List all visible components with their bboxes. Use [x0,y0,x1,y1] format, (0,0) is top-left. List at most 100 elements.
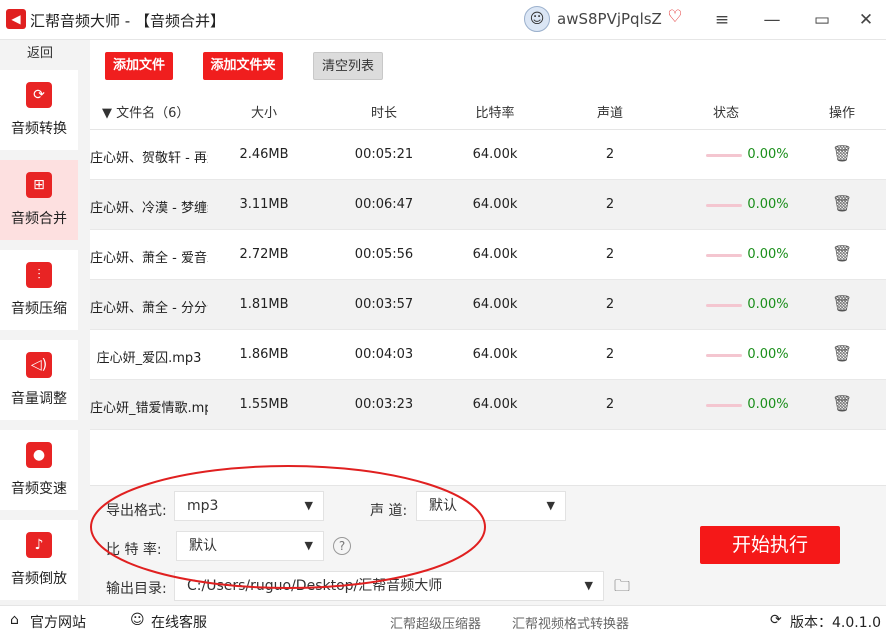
home-icon[interactable]: ⌂ [10,612,19,628]
channel-select[interactable]: 默认 ▼ [416,491,566,521]
file-bitrate: 64.00k [472,347,518,362]
column-header-action: 操作 [828,106,855,121]
file-channels: 2 [605,397,615,412]
column-header-size: 大小 [250,106,277,121]
table-row[interactable]: 庄心妍_爱囚.mp3 1.86MB 00:04:03 64.00k 2 0.00… [90,330,886,380]
sidebar-item-audio-merge[interactable]: ⊞ 音频合并 [0,160,78,240]
file-status: 0.00% [747,297,789,312]
table-row[interactable]: 庄心妍、萧全 - 分分合 1.81MB 00:03:57 64.00k 2 0.… [90,280,886,330]
clear-list-button[interactable]: 清空列表 [313,52,383,80]
table-row[interactable]: 庄心妍、萧全 - 爱音乐 2.72MB 00:05:56 64.00k 2 0.… [90,230,886,280]
file-size: 1.81MB [239,297,289,312]
file-name: 庄心妍、萧全 - 爱音乐 [90,251,208,266]
file-name: 庄心妍_爱囚.mp3 [96,351,202,366]
status-bar: ⌂ 官方网站 ☺ 在线客服 汇帮超级压缩器 汇帮视频格式转换器 ⟳ 版本：4.0… [0,605,886,633]
audio-compress-icon: ⫶ [26,262,52,288]
folder-open-icon[interactable]: 🗀 [614,575,630,602]
channel-value: 默认 [429,498,457,514]
trash-icon[interactable]: 🗑 [832,144,852,163]
sidebar-item-audio-speed[interactable]: ● 音频变速 [0,430,78,510]
help-icon[interactable]: ? [333,537,351,555]
support-icon[interactable]: ☺ [130,612,145,628]
add-file-button[interactable]: 添加文件 [105,52,173,80]
trash-icon[interactable]: 🗑 [832,344,852,363]
file-channels: 2 [605,347,615,362]
bitrate-select[interactable]: 默认 ▼ [176,531,324,561]
file-size: 1.55MB [239,397,289,412]
chevron-down-icon: ▼ [304,539,313,552]
close-icon[interactable]: ✕ [852,6,880,34]
website-link[interactable]: 官方网站 [30,612,86,632]
column-header-status: 状态 [712,106,739,121]
support-link[interactable]: 在线客服 [151,612,207,632]
chevron-down-icon: ▼ [546,499,555,512]
sidebar-item-audio-convert[interactable]: ⟳ 音频转换 [0,70,78,150]
file-name: 庄心妍_错爱情歌.mp3 [90,401,208,416]
file-channels: 2 [605,247,615,262]
vip-diamond-icon[interactable]: ♡ [665,7,685,27]
minimize-icon[interactable]: — [758,6,786,34]
sidebar-item-audio-compress[interactable]: ⫶ 音频压缩 [0,250,78,330]
maximize-icon[interactable]: ▭ [808,6,836,34]
file-bitrate: 64.00k [472,197,518,212]
file-bitrate: 64.00k [472,147,518,162]
file-name: 庄心妍、萧全 - 分分合 [90,301,208,316]
window-title: 汇帮音频大师 - 【音频合并】 [30,10,225,31]
user-name[interactable]: awS8PVjPqlsZ [557,10,662,28]
file-size: 2.46MB [239,147,289,162]
file-bitrate: 64.00k [472,297,518,312]
product-link-compressor[interactable]: 汇帮超级压缩器 [390,613,481,632]
format-label: 导出格式: [106,503,167,519]
sidebar-item-label: 音频变速 [11,481,67,497]
column-header-duration: 时长 [370,106,397,121]
sidebar-item-audio-reverse[interactable]: ♪ 音频倒放 [0,520,78,600]
progress-bar [706,354,742,357]
product-link-video-converter[interactable]: 汇帮视频格式转换器 [512,613,629,632]
file-table-body: 庄心妍、贺敬轩 - 再遇 2.46MB 00:05:21 64.00k 2 0.… [90,130,886,430]
audio-convert-icon: ⟳ [26,82,52,108]
sidebar-item-label: 音量调整 [11,391,67,407]
file-status: 0.00% [747,197,789,212]
bitrate-value: 默认 [189,538,217,554]
file-duration: 00:06:47 [354,197,414,212]
table-row[interactable]: 庄心妍、冷漠 - 梦缠绵 3.11MB 00:06:47 64.00k 2 0.… [90,180,886,230]
file-status: 0.00% [747,247,789,262]
trash-icon[interactable]: 🗑 [832,244,852,263]
module-title: 【音频合并】 [134,12,225,30]
sidebar-item-label: 音频压缩 [11,301,67,317]
file-status: 0.00% [747,347,789,362]
file-size: 2.72MB [239,247,289,262]
back-button[interactable]: 返回 [0,40,80,68]
format-select[interactable]: mp3 ▼ [174,491,324,521]
menu-icon[interactable]: ≡ [708,6,736,34]
sidebar-item-volume[interactable]: ◁) 音量调整 [0,340,78,420]
progress-bar [706,304,742,307]
column-header-channels: 声道 [596,106,623,121]
refresh-icon[interactable]: ⟳ [770,612,782,628]
file-status: 0.00% [747,397,789,412]
file-table-header: ▼ 文件名（6） 大小 时长 比特率 声道 状态 操作 [90,90,886,130]
user-avatar[interactable]: ☺ [524,6,550,32]
start-button[interactable]: 开始执行 [700,526,840,564]
sidebar: 返回 ⟳ 音频转换 ⊞ 音频合并 ⫶ 音频压缩 ◁) 音量调整 ● 音频变速 ♪… [0,40,90,605]
file-name: 庄心妍、贺敬轩 - 再遇 [90,151,208,166]
format-value: mp3 [187,498,219,514]
channel-label: 声 道: [370,503,408,519]
output-dir-select[interactable]: C:/Users/ruguo/Desktop/汇帮音频大师 ▼ [174,571,604,601]
table-row[interactable]: 庄心妍_错爱情歌.mp3 1.55MB 00:03:23 64.00k 2 0.… [90,380,886,430]
trash-icon[interactable]: 🗑 [832,394,852,413]
bitrate-label: 比 特 率: [106,542,162,558]
sidebar-item-label: 音频倒放 [11,571,67,587]
chevron-down-icon: ▼ [584,579,593,592]
column-header-bitrate: 比特率 [475,106,515,121]
add-folder-button[interactable]: 添加文件夹 [203,52,283,80]
table-row[interactable]: 庄心妍、贺敬轩 - 再遇 2.46MB 00:05:21 64.00k 2 0.… [90,130,886,180]
file-size: 3.11MB [239,197,289,212]
trash-icon[interactable]: 🗑 [832,294,852,313]
column-header-name[interactable]: ▼ 文件名（6） [102,102,212,121]
file-channels: 2 [605,197,615,212]
progress-bar [706,254,742,257]
file-duration: 00:03:57 [354,297,414,312]
file-name: 庄心妍、冷漠 - 梦缠绵 [90,201,208,216]
trash-icon[interactable]: 🗑 [832,194,852,213]
